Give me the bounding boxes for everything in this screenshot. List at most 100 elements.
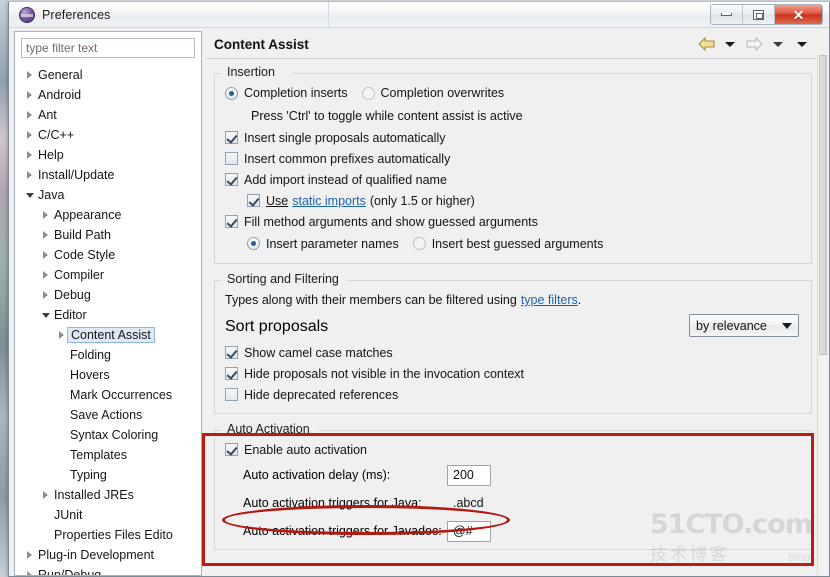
radio-insert-best-guessed[interactable] — [412, 237, 426, 250]
tree-item-label: Appearance — [54, 208, 122, 222]
tree-item-debug[interactable]: Debug — [15, 285, 201, 305]
link-type-filters[interactable]: type filters — [521, 293, 578, 307]
chevron-down-icon[interactable] — [39, 312, 52, 318]
tree-item-help[interactable]: Help — [15, 145, 201, 165]
scrollbar-thumb[interactable] — [819, 55, 827, 355]
close-button[interactable]: ✕ — [775, 5, 822, 24]
group-border-right — [293, 73, 811, 74]
tree-item-label: Content Assist — [67, 327, 155, 343]
chevron-right-icon[interactable] — [39, 491, 52, 499]
checkbox-hide-deprecated[interactable] — [225, 388, 238, 401]
checkbox-fill-method-arguments[interactable] — [225, 215, 238, 228]
tree-item-label: Code Style — [54, 248, 116, 262]
content-pane: Content Assist Insertion Completion inse… — [206, 31, 816, 576]
chevron-right-icon[interactable] — [23, 551, 36, 559]
completion-mode-row: Completion inserts Completion overwrites — [225, 81, 801, 105]
tree-item-label: Install/Update — [38, 168, 115, 182]
close-icon: ✕ — [792, 6, 805, 23]
radio-completion-inserts[interactable] — [225, 86, 238, 100]
tree-item-content-assist[interactable]: Content Assist — [15, 325, 201, 345]
tree-item-run-debug[interactable]: Run/Debug — [15, 565, 201, 575]
tree-item-typing[interactable]: Typing — [15, 465, 201, 485]
row-triggers-java: Auto activation triggers for Java: .abcd — [225, 489, 801, 517]
row-hide-deprecated[interactable]: Hide deprecated references — [225, 384, 801, 405]
tree-item-label: Compiler — [54, 268, 105, 282]
checkbox-insert-single-proposals[interactable] — [225, 131, 238, 144]
chevron-right-icon[interactable] — [23, 91, 36, 99]
tree-item-appearance[interactable]: Appearance — [15, 205, 201, 225]
tree-item-mark-occurrences[interactable]: Mark Occurrences — [15, 385, 201, 405]
minimize-button[interactable] — [711, 5, 743, 24]
radio-completion-overwrites[interactable] — [361, 86, 375, 100]
tree-item-folding[interactable]: Folding — [15, 345, 201, 365]
chevron-right-icon[interactable] — [23, 131, 36, 139]
tree-item-templates[interactable]: Templates — [15, 445, 201, 465]
tree-item-junit[interactable]: JUnit — [15, 505, 201, 525]
row-insert-single-proposals[interactable]: Insert single proposals automatically — [225, 127, 801, 148]
chevron-right-icon[interactable] — [39, 231, 52, 239]
input-triggers-javadoc[interactable]: @# — [447, 520, 491, 542]
tree-item-compiler[interactable]: Compiler — [15, 265, 201, 285]
tree-item-label: Properties Files Edito — [54, 528, 173, 542]
view-menu-icon[interactable] — [792, 35, 812, 53]
back-arrow-icon[interactable] — [696, 35, 716, 53]
window-vertical-scrollbar[interactable] — [817, 55, 828, 575]
row-fill-method-arguments[interactable]: Fill method arguments and show guessed a… — [225, 211, 801, 232]
insertion-group: Insertion Completion inserts Completion … — [214, 65, 812, 264]
tree-item-label: Java — [38, 188, 65, 202]
chevron-right-icon[interactable] — [23, 171, 36, 179]
back-dropdown-icon[interactable] — [720, 35, 740, 53]
row-insert-common-prefixes[interactable]: Insert common prefixes automatically — [225, 148, 801, 169]
chevron-right-icon[interactable] — [39, 291, 52, 299]
minimize-icon — [721, 13, 732, 16]
filter-input[interactable]: type filter text — [21, 38, 195, 58]
checkbox-show-camel-case[interactable] — [225, 346, 238, 359]
radio-insert-parameter-names[interactable] — [247, 237, 260, 250]
row-hide-invisible-proposals[interactable]: Hide proposals not visible in the invoca… — [225, 363, 801, 384]
link-static-imports[interactable]: static imports — [292, 194, 366, 208]
tree-item-build-path[interactable]: Build Path — [15, 225, 201, 245]
tree-item-general[interactable]: General — [15, 65, 201, 85]
forward-dropdown-icon[interactable] — [768, 35, 788, 53]
row-add-import[interactable]: Add import instead of qualified name — [225, 169, 801, 190]
tree-item-ant[interactable]: Ant — [15, 105, 201, 125]
window-title: Preferences — [42, 7, 111, 22]
checkbox-hide-invisible-proposals[interactable] — [225, 367, 238, 380]
tree-item-code-style[interactable]: Code Style — [15, 245, 201, 265]
checkbox-add-import[interactable] — [225, 173, 238, 186]
chevron-right-icon[interactable] — [23, 151, 36, 159]
tree-item-plug-in-development[interactable]: Plug-in Development — [15, 545, 201, 565]
tree-item-label: Plug-in Development — [38, 548, 155, 562]
tree-item-save-actions[interactable]: Save Actions — [15, 405, 201, 425]
row-use-static-imports[interactable]: Use static imports (only 1.5 or higher) — [225, 190, 801, 211]
forward-arrow-icon[interactable] — [744, 35, 764, 53]
sorting-group-legend: Sorting and Filtering — [223, 272, 343, 286]
chevron-right-icon[interactable] — [39, 251, 52, 259]
tree-item-label: Debug — [54, 288, 91, 302]
chevron-down-icon[interactable] — [23, 192, 36, 198]
tree-item-android[interactable]: Android — [15, 85, 201, 105]
tree-item-installed-jres[interactable]: Installed JREs — [15, 485, 201, 505]
chevron-right-icon[interactable] — [39, 211, 52, 219]
row-show-camel-case[interactable]: Show camel case matches — [225, 342, 801, 363]
screenshot-root: Preferences ✕ type filter text General A… — [0, 0, 830, 577]
tree-item-syntax-coloring[interactable]: Syntax Coloring — [15, 425, 201, 445]
checkbox-insert-common-prefixes[interactable] — [225, 152, 238, 165]
tree-item-properties-files-edito[interactable]: Properties Files Edito — [15, 525, 201, 545]
row-enable-auto-activation[interactable]: Enable auto activation — [225, 438, 801, 461]
chevron-right-icon[interactable] — [23, 111, 36, 119]
input-auto-activation-delay[interactable]: 200 — [447, 464, 491, 486]
chevron-right-icon[interactable] — [23, 571, 36, 575]
maximize-button[interactable] — [743, 5, 775, 24]
input-triggers-java[interactable]: .abcd — [447, 493, 491, 514]
tree-item-java[interactable]: Java — [15, 185, 201, 205]
tree-item-c-c[interactable]: C/C++ — [15, 125, 201, 145]
chevron-right-icon[interactable] — [39, 271, 52, 279]
checkbox-use-static-imports[interactable] — [247, 194, 260, 207]
chevron-right-icon[interactable] — [23, 71, 36, 79]
sort-proposals-dropdown[interactable]: by relevance — [689, 314, 799, 337]
tree-item-hovers[interactable]: Hovers — [15, 365, 201, 385]
tree-item-editor[interactable]: Editor — [15, 305, 201, 325]
checkbox-enable-auto-activation[interactable] — [225, 443, 238, 456]
tree-item-install-update[interactable]: Install/Update — [15, 165, 201, 185]
